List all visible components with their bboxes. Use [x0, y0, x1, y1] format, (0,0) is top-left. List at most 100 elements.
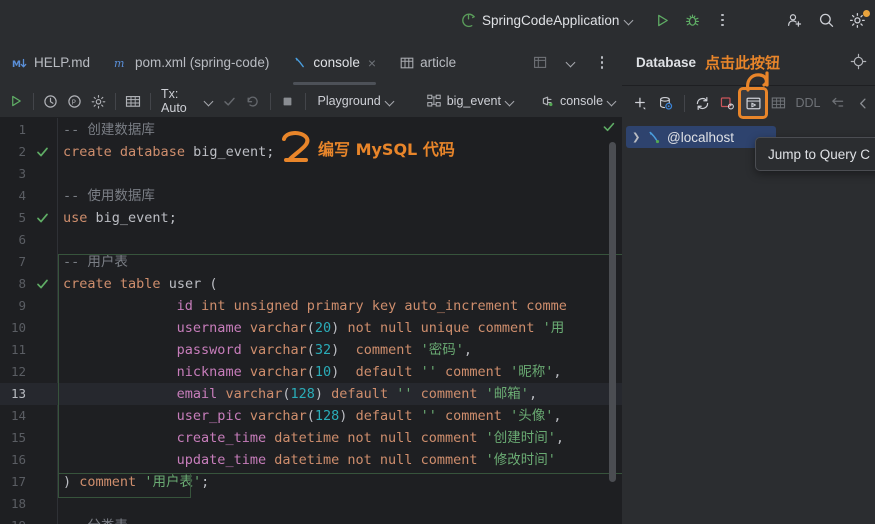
stop-button[interactable] [276, 88, 300, 114]
tab-article[interactable]: article [388, 40, 468, 85]
table-view-toggle-button[interactable] [526, 50, 554, 76]
debug-button[interactable] [679, 7, 705, 33]
more-vertical-icon [594, 55, 610, 71]
refresh-button[interactable] [690, 90, 714, 116]
tab-options-button[interactable] [588, 50, 616, 76]
chevron-right-icon[interactable]: ❯ [632, 132, 642, 143]
toolbar-separator [269, 92, 271, 110]
line-number: 1 [18, 122, 26, 137]
code-token: ) [63, 474, 72, 490]
more-actions-button[interactable] [709, 7, 735, 33]
line-number: 8 [18, 276, 26, 291]
tab-pom-xml[interactable]: m pom.xml (spring-code) [102, 40, 281, 85]
code-token: use [63, 210, 88, 226]
table-editor-button[interactable] [121, 88, 145, 114]
history-button[interactable] [39, 88, 63, 114]
transaction-mode-selector[interactable]: Tx: Auto [156, 84, 217, 118]
tab-help-md[interactable]: M HELP.md [0, 40, 102, 85]
code-token: comment [445, 408, 502, 424]
inspection-status-ok-icon[interactable] [602, 120, 616, 139]
statement-executed-check-icon[interactable] [36, 207, 49, 229]
line-number: 16 [10, 452, 26, 467]
editor-gutter: 12345678910111213141516171819 [0, 118, 57, 524]
maven-icon: m [114, 56, 129, 70]
tab-console[interactable]: console × [281, 40, 388, 85]
code-token: big_event [193, 144, 267, 160]
session-selector[interactable]: console [534, 91, 622, 111]
more-toolbar-button[interactable] [851, 90, 875, 116]
code-token: comment [420, 430, 478, 446]
database-selector[interactable]: big_event [422, 91, 520, 111]
code-token: id [176, 298, 193, 314]
code-token: ( [201, 276, 218, 292]
commit-button[interactable] [217, 88, 241, 114]
database-tree[interactable]: ❯ @localhost [622, 120, 875, 524]
chevron-down-icon [608, 97, 617, 106]
data-source-properties-button[interactable] [653, 90, 677, 116]
run-button[interactable] [649, 7, 675, 33]
toolbar-separator [304, 92, 306, 110]
tab-close-icon[interactable]: × [368, 56, 376, 70]
code-token: comment [420, 386, 478, 402]
console-settings-button[interactable] [87, 88, 111, 114]
code-line: email varchar(128) default '' comment '邮… [177, 383, 537, 405]
schema-selector[interactable]: Playground [312, 91, 399, 111]
stop-refresh-button[interactable] [716, 90, 740, 116]
tab-list-button[interactable] [557, 50, 585, 76]
code-token: unsigned [233, 298, 299, 314]
tab-label: article [420, 55, 457, 70]
code-token: nickname [176, 364, 242, 380]
code-token: unique [420, 320, 470, 336]
execute-button[interactable] [4, 88, 28, 114]
toolbar-separator [150, 92, 152, 110]
editor-vertical-scrollbar[interactable] [609, 142, 616, 482]
code-token: -- 分类表 [63, 518, 128, 524]
sync-button[interactable] [825, 90, 849, 116]
statement-executed-check-icon[interactable] [36, 273, 49, 295]
code-token: database [119, 144, 185, 160]
add-data-source-button[interactable] [628, 90, 652, 116]
run-configuration-selector[interactable]: SpringCodeApplication [455, 10, 640, 31]
toolbar-separator [683, 94, 685, 112]
code-line: create table user ( [63, 273, 217, 295]
code-line: -- 分类表 [63, 515, 128, 524]
line-number: 11 [10, 342, 26, 357]
code-token: ( [306, 364, 315, 380]
settings-button[interactable] [845, 7, 871, 33]
code-line: use big_event; [63, 207, 177, 229]
statement-executed-check-icon[interactable] [36, 141, 49, 163]
search-button[interactable] [813, 7, 839, 33]
line-number: 10 [10, 320, 26, 335]
code-token: varchar [249, 320, 307, 336]
tree-item-localhost[interactable]: ❯ @localhost [626, 126, 776, 148]
rollback-button[interactable] [241, 88, 265, 114]
add-user-button[interactable] [781, 7, 807, 33]
code-token: primary [306, 298, 364, 314]
code-token: null [379, 430, 413, 446]
code-token: ( [306, 342, 315, 358]
code-content[interactable]: -- 创建数据库 create database big_event; -- 使用数… [57, 118, 622, 524]
chevron-down-icon [625, 16, 634, 25]
ddl-button-label[interactable]: DDL [791, 96, 824, 110]
sql-editor[interactable]: 12345678910111213141516171819 -- 创建数据库cr… [0, 118, 622, 524]
line-number: 6 [18, 232, 26, 247]
line-number: 12 [10, 364, 26, 379]
code-token: auto_increment [404, 298, 519, 314]
code-token: user_pic [176, 408, 242, 424]
code-token: varchar [249, 364, 307, 380]
scroll-from-source-button[interactable] [850, 53, 867, 75]
chevron-down-icon [567, 58, 576, 67]
profile-button[interactable]: P [63, 88, 87, 114]
chevron-down-icon [205, 97, 213, 106]
code-token: 20 [314, 320, 332, 336]
code-token: comment [420, 452, 478, 468]
